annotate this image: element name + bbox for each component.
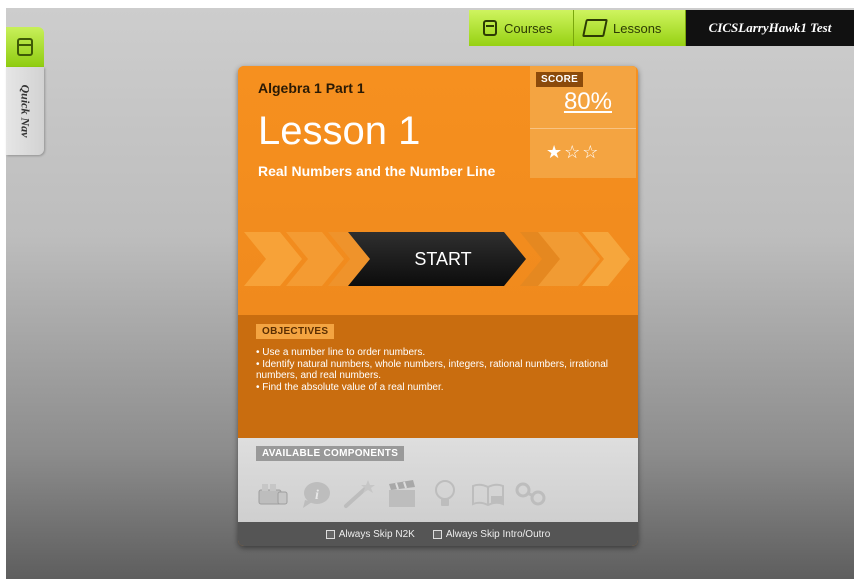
window-icon xyxy=(17,38,33,56)
course-title: Algebra 1 Part 1 xyxy=(258,80,365,96)
checkbox-box[interactable] xyxy=(325,529,335,539)
user-name[interactable]: CICSLarryHawk1 Test xyxy=(686,10,854,46)
star-rating: ★☆☆ xyxy=(546,142,600,163)
score-panel: SCORE 80% ★☆☆ xyxy=(530,66,636,178)
courses-button[interactable]: Courses xyxy=(469,10,574,46)
info-bubble-icon[interactable]: i xyxy=(299,478,333,510)
lightbulb-icon[interactable] xyxy=(428,478,462,510)
objectives-section: OBJECTIVES • Use a number line to order … xyxy=(238,315,638,438)
options-footer: Always Skip N2K Always Skip Intro/Outro xyxy=(238,522,638,546)
quick-nav-body[interactable]: Quick Nav xyxy=(6,67,44,155)
components-icons: i xyxy=(256,478,548,510)
checkbox-box[interactable] xyxy=(432,529,442,539)
objective-item: • Identify natural numbers, whole number… xyxy=(256,358,609,382)
score-divider xyxy=(530,128,636,129)
start-button[interactable]: START xyxy=(348,232,526,286)
lesson-header: Algebra 1 Part 1 Lesson 1 Real Numbers a… xyxy=(238,66,638,315)
magic-wand-icon[interactable] xyxy=(342,478,376,510)
lesson-subtitle: Real Numbers and the Number Line xyxy=(258,163,496,179)
objectives-list: • Use a number line to order numbers. • … xyxy=(256,347,622,393)
skip-intro-outro-label: Always Skip Intro/Outro xyxy=(445,528,551,540)
quick-nav-tab[interactable]: Quick Nav xyxy=(6,27,44,155)
score-value[interactable]: 80% xyxy=(564,88,612,116)
quick-nav-label: Quick Nav xyxy=(18,84,33,138)
link-chain-icon[interactable] xyxy=(514,478,548,510)
top-nav: Courses Lessons CICSLarryHawk1 Test xyxy=(469,10,854,46)
svg-text:i: i xyxy=(315,488,319,503)
lessons-label: Lessons xyxy=(613,20,662,36)
course-icon xyxy=(483,20,497,36)
objective-item: • Find the absolute value of a real numb… xyxy=(256,381,444,393)
pdf-book-icon[interactable] xyxy=(471,478,505,510)
star-empty-icon: ☆ xyxy=(564,142,583,162)
skip-n2k-checkbox[interactable]: Always Skip N2K xyxy=(325,528,415,540)
blocks-icon[interactable] xyxy=(256,478,290,510)
lesson-card: Algebra 1 Part 1 Lesson 1 Real Numbers a… xyxy=(238,66,638,546)
courses-label: Courses xyxy=(504,20,553,36)
skip-n2k-label: Always Skip N2K xyxy=(338,528,415,540)
skip-intro-outro-checkbox[interactable]: Always Skip Intro/Outro xyxy=(432,528,551,540)
objective-item: • Use a number line to order numbers. xyxy=(256,347,426,358)
lesson-icon xyxy=(582,19,608,37)
objectives-label: OBJECTIVES xyxy=(256,324,335,339)
clapperboard-icon[interactable] xyxy=(385,478,419,510)
score-label: SCORE xyxy=(536,72,584,87)
star-empty-icon: ☆ xyxy=(582,142,601,162)
lesson-title: Lesson 1 xyxy=(258,109,421,153)
lessons-button[interactable]: Lessons xyxy=(574,10,686,46)
quick-nav-header[interactable] xyxy=(6,27,44,67)
components-label: AVAILABLE COMPONENTS xyxy=(256,446,405,461)
components-section: AVAILABLE COMPONENTS i xyxy=(238,438,638,522)
star-filled-icon: ★ xyxy=(546,142,565,162)
